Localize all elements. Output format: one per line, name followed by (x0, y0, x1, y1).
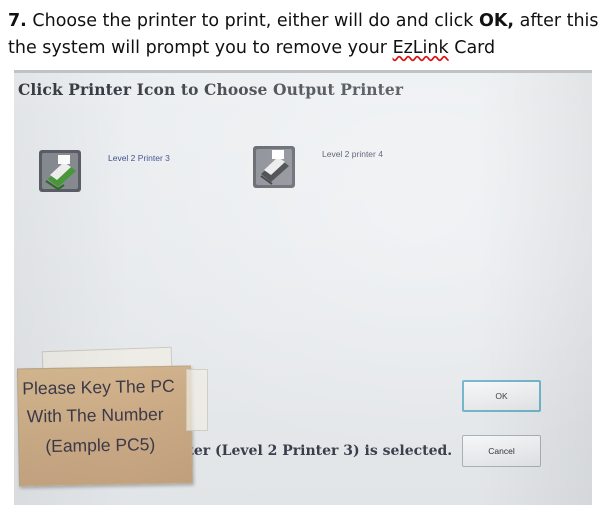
screen-photo: Click Printer Icon to Choose Output Prin… (14, 70, 592, 505)
printer-option-level2-printer3[interactable]: Level 2 Printer 3 (38, 149, 170, 193)
note-line-1: Please Key The PC (22, 375, 175, 399)
printer-label[interactable]: Level 2 printer 4 (322, 149, 383, 159)
instruction-ok: OK, (478, 11, 515, 31)
printer-label[interactable]: Level 2 Printer 3 (108, 153, 170, 163)
instruction-brand: EzLink (392, 38, 449, 58)
instruction-text: 7. Choose the printer to print, either w… (8, 8, 600, 62)
step-number: 7. (8, 11, 27, 31)
instruction-part-3: Card (448, 38, 496, 58)
cancel-button[interactable]: Cancel (462, 435, 541, 467)
printer-icon[interactable] (252, 145, 296, 189)
note-line-2: With The Number (26, 403, 164, 427)
ok-button[interactable]: OK (462, 380, 541, 412)
sticky-note: Please Key The PC With The Number (Eampl… (16, 365, 194, 487)
printer-option-level2-printer4[interactable]: Level 2 printer 4 (252, 145, 383, 189)
note-line-3: (Eample PC5) (45, 434, 156, 457)
dialog-title: Click Printer Icon to Choose Output Prin… (18, 80, 404, 99)
printer-icon-selected[interactable] (38, 149, 82, 193)
selection-status: Printer (Level 2 Printer 3) is selected. (154, 443, 453, 459)
tape-strip-side (186, 369, 208, 431)
instruction-part-1: Choose the printer to print, either will… (26, 11, 479, 31)
